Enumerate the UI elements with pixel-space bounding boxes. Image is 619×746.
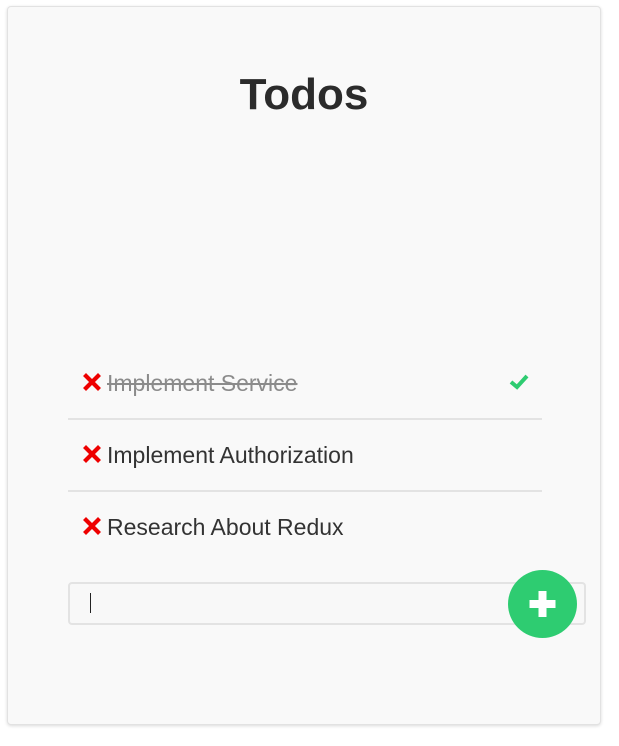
delete-x-icon[interactable] [82,372,102,392]
add-todo-button[interactable] [508,570,577,638]
todo-text[interactable]: Research About Redux [107,513,344,541]
todo-card: Todos Implement Service Implement Author… [7,6,601,725]
todo-text[interactable]: Implement Service [107,369,297,397]
delete-x-icon[interactable] [82,444,102,464]
plus-icon [529,591,556,617]
text-caret [90,593,91,613]
checkmark-icon[interactable] [508,372,530,392]
page-title: Todos [239,70,369,119]
todo-item-1: Implement Authorization [68,420,542,492]
todo-item-0: Implement Service [68,348,542,420]
todo-list: Implement Service Implement Authorizatio… [68,348,542,564]
delete-x-icon[interactable] [82,516,102,536]
todo-item-2: Research About Redux [68,492,542,564]
todo-text[interactable]: Implement Authorization [107,441,354,469]
